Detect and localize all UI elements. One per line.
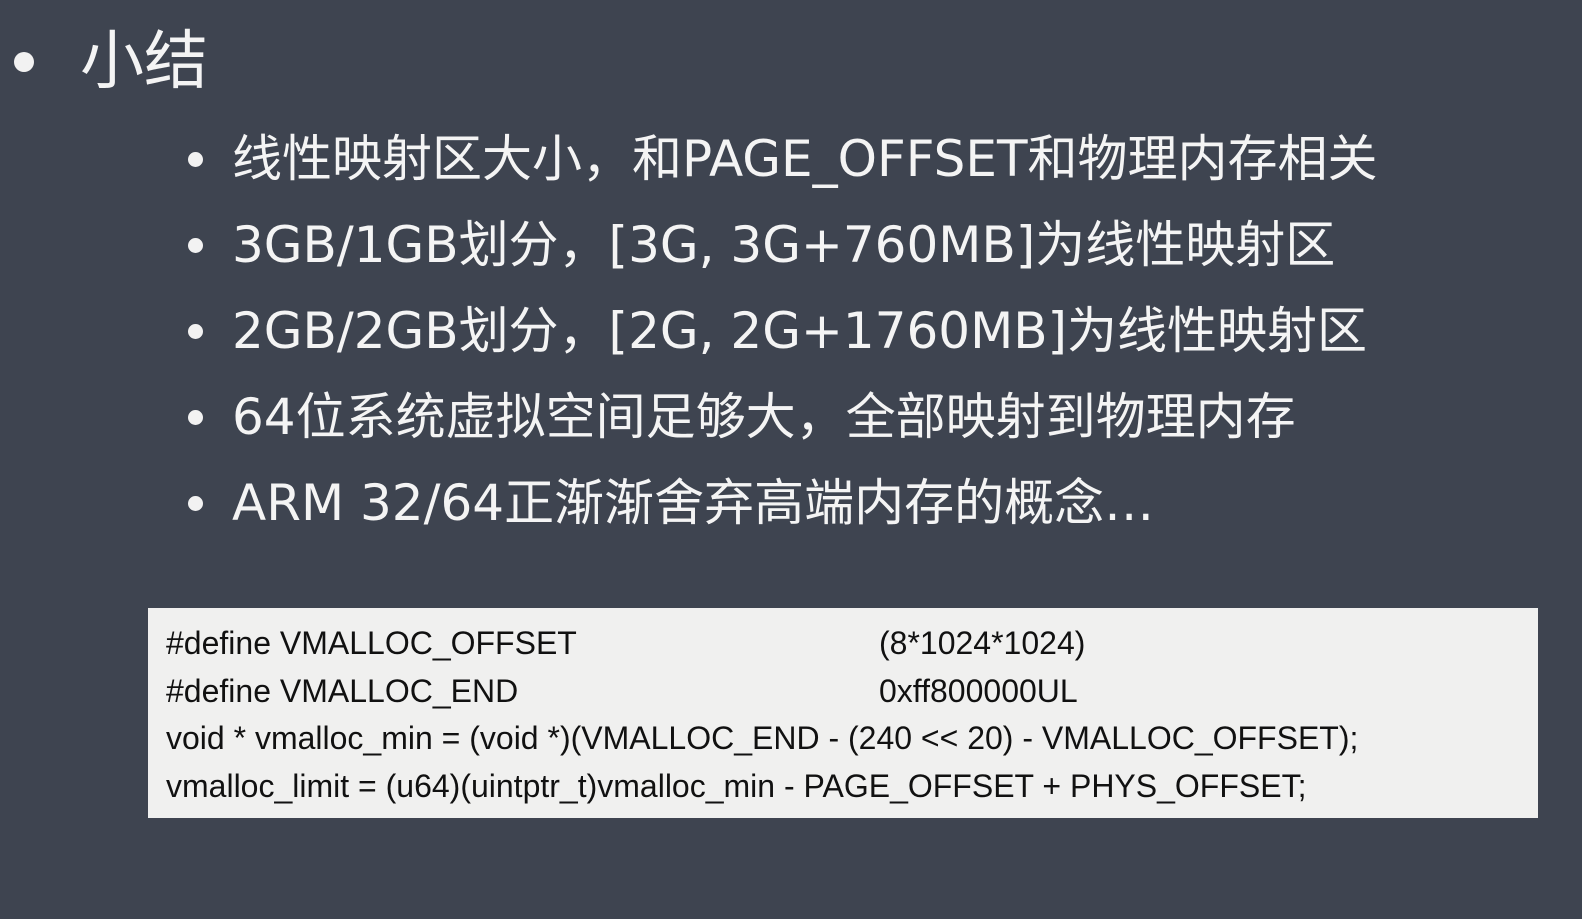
bullet-text: 3GB/1GB划分，[3G, 3G+760MB]为线性映射区	[232, 216, 1336, 274]
bullet-text: 线性映射区大小，和PAGE_OFFSET和物理内存相关	[232, 130, 1378, 188]
code-define-name: #define VMALLOC_END	[166, 672, 519, 709]
code-define-value: 0xff800000UL	[879, 672, 1078, 709]
bullet-icon	[188, 237, 203, 253]
bullet-item: 64位系统虚拟空间足够大，全部映射到物理内存	[188, 374, 1568, 460]
bullet-text: 64位系统虚拟空间足够大，全部映射到物理内存	[232, 388, 1296, 446]
title-bullet-icon	[14, 52, 34, 72]
code-define-value: (8*1024*1024)	[879, 625, 1086, 661]
bullet-item: 3GB/1GB划分，[3G, 3G+760MB]为线性映射区	[188, 202, 1568, 288]
slide: 小结 线性映射区大小，和PAGE_OFFSET和物理内存相关 3GB/1GB划分…	[0, 0, 1582, 919]
code-block: #define VMALLOC_OFFSET (8*1024*1024) #de…	[148, 608, 1538, 818]
bullet-item: 线性映射区大小，和PAGE_OFFSET和物理内存相关	[188, 116, 1568, 202]
bullet-text: ARM 32/64正渐渐舍弃高端内存的概念…	[232, 474, 1155, 532]
code-line: void * vmalloc_min = (void *)(VMALLOC_EN…	[166, 715, 1520, 763]
code-line: vmalloc_limit = (u64)(uintptr_t)vmalloc_…	[166, 763, 1520, 811]
bullet-icon	[188, 323, 203, 339]
code-statement: void * vmalloc_min = (void *)(VMALLOC_EN…	[166, 720, 1359, 756]
bullet-icon	[188, 151, 203, 167]
bullet-item: ARM 32/64正渐渐舍弃高端内存的概念…	[188, 460, 1568, 546]
slide-title: 小结	[80, 25, 208, 99]
bullet-list: 线性映射区大小，和PAGE_OFFSET和物理内存相关 3GB/1GB划分，[3…	[188, 116, 1568, 546]
bullet-icon	[188, 409, 203, 425]
code-define-name: #define VMALLOC_OFFSET	[166, 625, 577, 661]
title-row: 小结	[12, 12, 208, 112]
code-line: #define VMALLOC_END 0xff800000UL	[166, 668, 1520, 716]
bullet-text: 2GB/2GB划分，[2G, 2G+1760MB]为线性映射区	[232, 302, 1368, 360]
bullet-item: 2GB/2GB划分，[2G, 2G+1760MB]为线性映射区	[188, 288, 1568, 374]
bullet-icon	[188, 495, 203, 511]
code-line: #define VMALLOC_OFFSET (8*1024*1024)	[166, 620, 1520, 668]
code-statement: vmalloc_limit = (u64)(uintptr_t)vmalloc_…	[166, 767, 1307, 804]
